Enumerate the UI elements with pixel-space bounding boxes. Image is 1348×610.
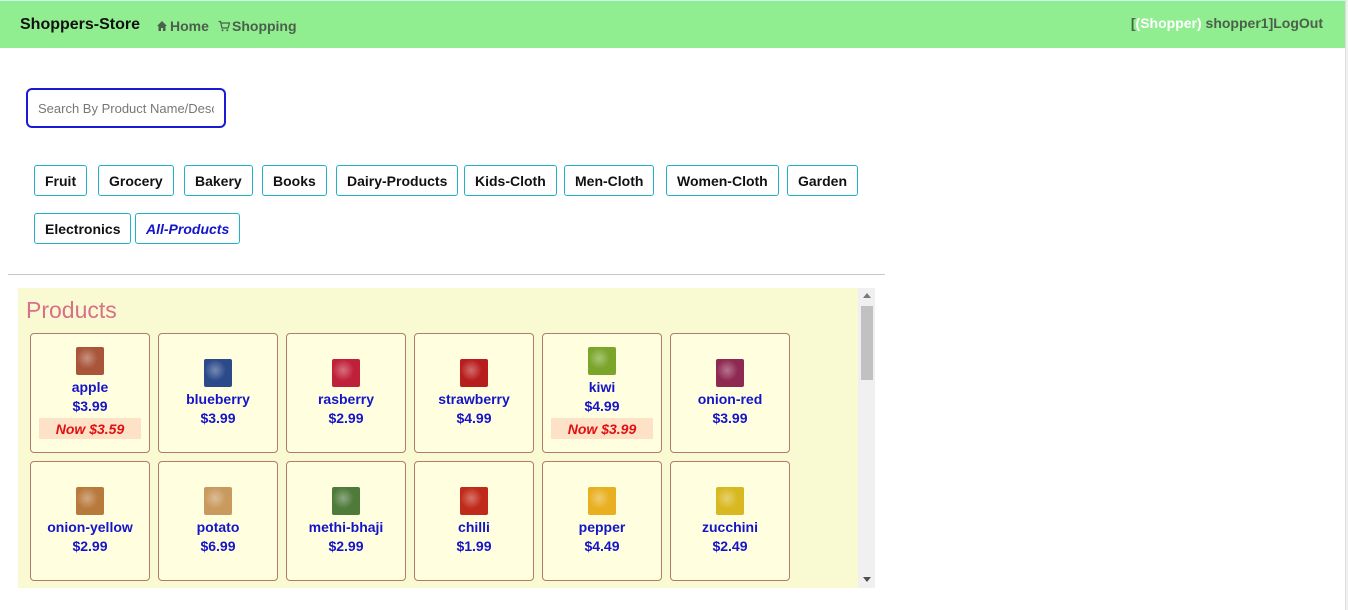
product-image — [76, 486, 104, 515]
nav-home-label: Home — [170, 18, 209, 34]
logout-link[interactable]: LogOut — [1273, 15, 1323, 31]
product-name: methi-bhaji — [308, 518, 384, 535]
sale-price: Now $3.99 — [551, 418, 653, 439]
divider — [8, 274, 885, 275]
category-button-fruit[interactable]: Fruit — [34, 165, 88, 196]
product-card[interactable]: strawberry $4.99 — [414, 333, 534, 453]
product-image — [204, 358, 232, 387]
product-price: $3.99 — [72, 398, 108, 414]
product-price: $3.99 — [200, 409, 236, 426]
navbar: Shoppers-Store Home Shopping [(Shopper) … — [0, 0, 1345, 48]
product-price: $3.99 — [712, 409, 748, 426]
product-card[interactable]: onion-yellow $2.99 — [30, 461, 150, 581]
product-price: $4.49 — [584, 537, 620, 554]
product-price: $6.99 — [200, 537, 236, 554]
scroll-up-arrow-icon[interactable] — [863, 293, 871, 298]
products-scrollbar[interactable] — [858, 288, 875, 588]
product-name: potato — [196, 518, 240, 535]
product-image — [588, 347, 616, 375]
product-image — [588, 486, 616, 515]
category-button-kids-cloth[interactable]: Kids-Cloth — [464, 165, 557, 196]
category-button-grocery[interactable]: Grocery — [98, 165, 174, 196]
product-price: $1.99 — [456, 537, 492, 554]
product-image — [332, 358, 360, 387]
category-button-garden[interactable]: Garden — [787, 165, 859, 196]
home-icon — [157, 21, 167, 31]
nav-home-link[interactable]: Home — [156, 18, 209, 34]
product-price: $2.49 — [712, 537, 748, 554]
user-role: (Shopper) — [1135, 15, 1202, 31]
product-price: $2.99 — [328, 537, 364, 554]
search-input[interactable] — [26, 88, 226, 128]
product-name: pepper — [578, 518, 626, 535]
category-button-all-products[interactable]: All-Products — [135, 213, 241, 244]
product-card[interactable]: pepper $4.49 — [542, 461, 662, 581]
product-image — [76, 347, 104, 375]
product-name: zucchini — [701, 518, 758, 535]
nav-shopping-link[interactable]: Shopping — [218, 18, 297, 34]
product-price: $4.99 — [584, 398, 620, 414]
cart-icon — [218, 20, 230, 32]
product-price: $2.99 — [72, 537, 108, 554]
brand-link[interactable]: Shoppers-Store — [20, 16, 140, 34]
products-title: Products — [26, 297, 117, 323]
scroll-thumb[interactable] — [861, 306, 873, 380]
category-button-electronics[interactable]: Electronics — [34, 213, 132, 244]
product-image — [460, 358, 488, 387]
products-panel: Products apple $3.99 Now $3.59 blueberry… — [18, 288, 875, 588]
user-name: shopper1 — [1201, 15, 1269, 31]
sale-price: Now $3.59 — [39, 418, 141, 439]
product-name: onion-red — [697, 390, 763, 407]
product-card[interactable]: methi-bhaji $2.99 — [286, 461, 406, 581]
product-name: rasberry — [317, 390, 375, 407]
product-image — [332, 486, 360, 515]
product-card[interactable]: chilli $1.99 — [414, 461, 534, 581]
scroll-down-arrow-icon[interactable] — [863, 577, 871, 582]
category-button-dairy-products[interactable]: Dairy-Products — [336, 165, 459, 196]
product-card[interactable]: onion-red $3.99 — [670, 333, 790, 453]
product-card[interactable]: blueberry $3.99 — [158, 333, 278, 453]
category-button-books[interactable]: Books — [262, 165, 327, 196]
product-card[interactable]: apple $3.99 Now $3.59 — [30, 333, 150, 453]
product-image — [204, 486, 232, 515]
product-card[interactable]: potato $6.99 — [158, 461, 278, 581]
product-name: kiwi — [588, 379, 616, 395]
product-name: blueberry — [186, 390, 250, 407]
product-price: $4.99 — [456, 409, 492, 426]
product-image — [716, 486, 744, 515]
product-name: onion-yellow — [47, 518, 133, 535]
product-image — [716, 358, 744, 387]
product-name: chilli — [458, 518, 490, 535]
product-image — [460, 486, 488, 515]
user-area: [(Shopper) shopper1]LogOut — [1131, 15, 1323, 31]
product-card[interactable]: kiwi $4.99 Now $3.99 — [542, 333, 662, 453]
category-button-bakery[interactable]: Bakery — [184, 165, 253, 196]
product-price: $2.99 — [328, 409, 364, 426]
product-card[interactable]: rasberry $2.99 — [286, 333, 406, 453]
category-button-women-cloth[interactable]: Women-Cloth — [666, 165, 779, 196]
product-card[interactable]: zucchini $2.49 — [670, 461, 790, 581]
product-name: apple — [71, 379, 109, 395]
category-button-men-cloth[interactable]: Men-Cloth — [564, 165, 655, 196]
nav-shopping-label: Shopping — [232, 18, 297, 34]
product-name: strawberry — [438, 390, 510, 407]
